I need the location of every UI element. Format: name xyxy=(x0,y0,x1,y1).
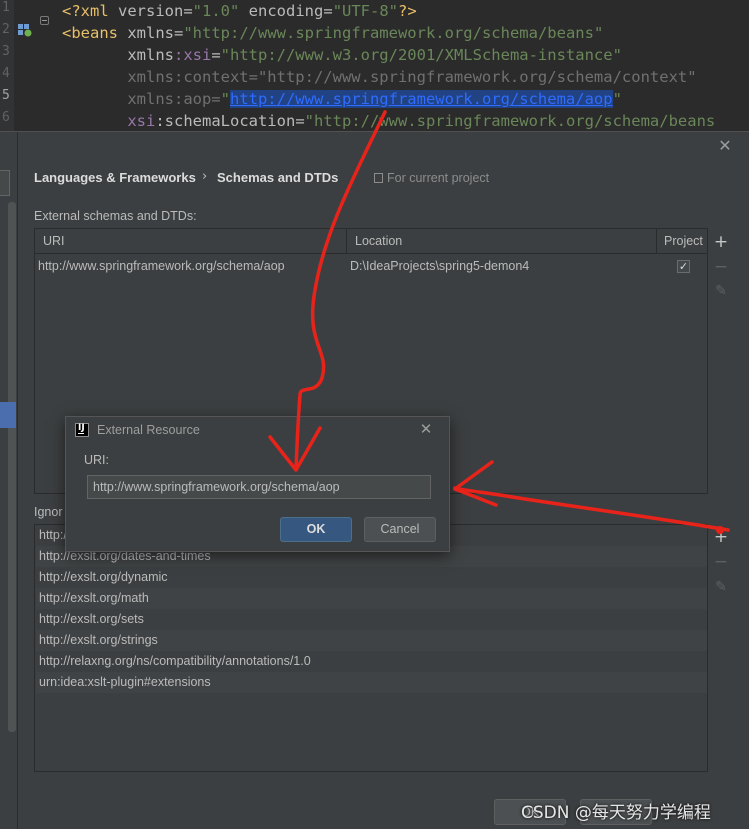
code-token: ?> xyxy=(398,2,417,20)
line-number: 5 xyxy=(2,88,10,103)
breadcrumb-languages-frameworks[interactable]: Languages & Frameworks xyxy=(34,170,196,185)
code-token: xsi xyxy=(62,112,156,130)
column-header-uri[interactable]: URI xyxy=(35,229,347,254)
fold-toggle-icon[interactable] xyxy=(40,16,49,25)
external-resource-dialog: IJ External Resource ✕ URI: OK Cancel xyxy=(65,416,450,552)
uri-label: URI: xyxy=(84,453,109,467)
scope-label: For current project xyxy=(387,171,490,185)
project-scope-icon xyxy=(374,173,383,183)
watermark: CSDN @每天努力学编程 xyxy=(521,803,711,823)
dialog-titlebar[interactable]: IJ External Resource ✕ xyxy=(66,417,449,444)
ok-button[interactable]: OK xyxy=(280,517,352,542)
code-line[interactable]: xmlns:context="http://www.springframewor… xyxy=(62,66,697,88)
code-token: "UTF-8" xyxy=(332,2,399,20)
line-number: 4 xyxy=(2,66,10,81)
code-token: :xsi xyxy=(173,46,212,64)
line-number: 1 xyxy=(2,0,10,15)
breadcrumb-schemas-dtds: Schemas and DTDs xyxy=(217,170,339,185)
line-number: 3 xyxy=(2,44,10,59)
settings-tree-scrollbar[interactable] xyxy=(8,202,16,732)
code-token: = xyxy=(174,24,184,42)
list-item[interactable]: http://exslt.org/sets xyxy=(36,609,708,630)
table-row-uri[interactable]: http://www.springframework.org/schema/ao… xyxy=(38,259,285,273)
code-token: = xyxy=(323,2,333,20)
code-editor[interactable]: 1 2 3 4 5 6 <?xml version="1.0" encoding… xyxy=(0,0,749,131)
settings-search-field[interactable] xyxy=(0,170,10,196)
code-token: = xyxy=(183,2,193,20)
list-item[interactable]: http://exslt.org/math xyxy=(36,588,708,609)
table-header: URI Location Project xyxy=(35,229,707,254)
code-token: "http://www.springframework.org/schema/c… xyxy=(257,68,697,86)
ignored-toolstrip: + − ✎ xyxy=(707,524,733,772)
close-icon[interactable]: ✕ xyxy=(418,421,434,437)
line-number-gutter: 1 2 3 4 5 6 xyxy=(0,0,14,131)
list-item[interactable]: http://exslt.org/strings xyxy=(36,630,708,651)
scope-indicator: For current project xyxy=(374,171,489,185)
dialog-title: External Resource xyxy=(97,423,200,437)
code-line[interactable]: <beans xmlns="http://www.springframework… xyxy=(62,22,603,44)
remove-icon[interactable]: − xyxy=(712,258,730,276)
code-token: = xyxy=(295,112,305,130)
code-token: encoding xyxy=(239,2,324,20)
code-token: xmlns:aop= xyxy=(62,90,221,108)
edit-icon[interactable]: ✎ xyxy=(712,578,730,596)
code-token: xmlns xyxy=(62,46,174,64)
logo-text: IJ xyxy=(78,423,85,433)
code-token: xmlns xyxy=(127,24,174,42)
remove-icon[interactable]: − xyxy=(712,553,730,571)
code-token: "1.0" xyxy=(192,2,240,20)
intellij-logo-icon: IJ xyxy=(75,423,89,437)
edit-icon[interactable]: ✎ xyxy=(712,282,730,300)
uri-input[interactable] xyxy=(87,475,431,499)
list-item[interactable]: urn:idea:xslt-plugin#extensions xyxy=(36,672,708,693)
code-token: xmlns:context= xyxy=(62,68,258,86)
ignored-schemas-label: Ignor xyxy=(34,505,63,519)
code-token: " xyxy=(220,90,230,108)
code-token: = xyxy=(211,46,221,64)
code-token: "http://www.springframework.org/schema/b… xyxy=(183,24,604,42)
table-row-location[interactable]: D:\IdeaProjects\spring5-demon4 xyxy=(350,259,529,273)
code-token: "http://www.springframework.org/schema/b… xyxy=(304,112,716,130)
code-token: <beans xyxy=(62,24,128,42)
list-item[interactable]: http://relaxng.org/ns/compatibility/anno… xyxy=(36,651,708,672)
settings-tree-panel xyxy=(0,132,18,829)
code-token: http://www.springframework.org/schema/ao… xyxy=(229,90,613,108)
project-checkbox[interactable]: ✓ xyxy=(677,260,690,273)
ignored-schemas-list[interactable]: http:// http://exslt.org/dates-and-times… xyxy=(34,524,708,772)
code-token: :schemaLocation xyxy=(155,112,296,130)
list-item[interactable]: http://exslt.org/dynamic xyxy=(36,567,708,588)
code-line[interactable]: xsi:schemaLocation="http://www.springfra… xyxy=(62,110,715,131)
add-icon[interactable]: + xyxy=(712,233,730,251)
cancel-button[interactable]: Cancel xyxy=(364,517,436,542)
external-schemas-label: External schemas and DTDs: xyxy=(34,209,197,223)
line-number: 6 xyxy=(2,110,10,125)
spring-bean-gutter-icon[interactable] xyxy=(17,23,33,37)
column-header-location[interactable]: Location xyxy=(347,229,657,254)
code-token: version xyxy=(118,2,184,20)
external-toolstrip: + − ✎ xyxy=(707,228,733,494)
close-icon[interactable]: ✕ xyxy=(717,138,733,154)
settings-tree-selected-item[interactable] xyxy=(0,402,16,428)
code-line[interactable]: xmlns:aop="http://www.springframework.or… xyxy=(62,88,622,110)
code-token: <?xml xyxy=(62,2,118,20)
code-line[interactable]: xmlns:xsi="http://www.w3.org/2001/XMLSch… xyxy=(62,44,622,66)
line-number: 2 xyxy=(2,22,10,37)
column-header-project[interactable]: Project xyxy=(657,229,707,254)
code-token: " xyxy=(612,90,622,108)
breadcrumb-separator: › xyxy=(202,169,208,184)
code-token: "http://www.w3.org/2001/XMLSchema-instan… xyxy=(220,46,622,64)
code-line[interactable]: <?xml version="1.0" encoding="UTF-8"?> xyxy=(62,0,417,22)
add-icon[interactable]: + xyxy=(712,528,730,546)
